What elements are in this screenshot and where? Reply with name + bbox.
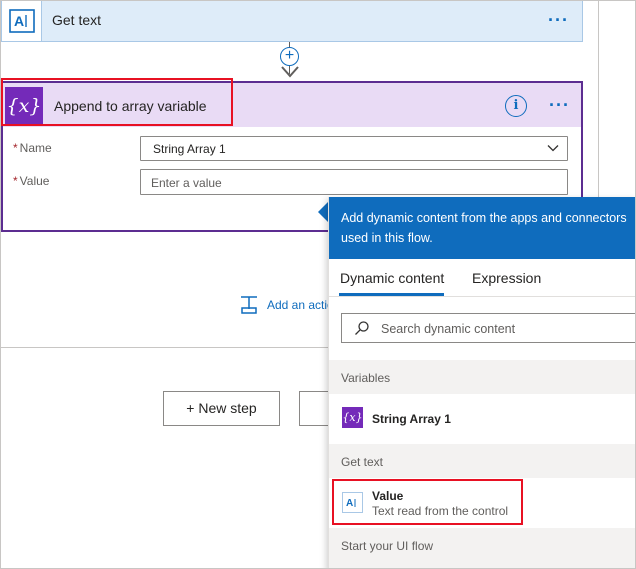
search-icon	[355, 321, 369, 335]
value-label: * Value	[13, 174, 50, 188]
divider	[598, 1, 599, 201]
get-text-step[interactable]: A Get text ···	[1, 1, 583, 42]
arrow-down-icon	[281, 66, 299, 78]
get-text-title: Get text	[52, 12, 102, 28]
plus-circle-icon[interactable]: +	[280, 47, 299, 66]
search-placeholder: Search dynamic content	[381, 322, 516, 336]
dynamic-panel-header: Add dynamic content from the apps and co…	[329, 197, 635, 259]
dynamic-item-string-array[interactable]: {x} String Array 1	[329, 396, 635, 440]
more-options-icon[interactable]: ···	[548, 11, 569, 29]
flow-designer-canvas: A Get text ··· + {x} Append to array var…	[0, 0, 636, 569]
highlight-box	[332, 479, 523, 525]
text-box-icon: A	[2, 1, 42, 41]
name-select-value: String Array 1	[153, 142, 226, 156]
active-tab-indicator	[339, 293, 444, 296]
curly-x-icon: {x}	[342, 407, 363, 428]
highlight-box	[1, 78, 233, 126]
group-variables: Variables	[329, 360, 635, 394]
add-action-icon	[241, 296, 257, 314]
dynamic-panel-tabs: Dynamic content Expression	[329, 259, 635, 297]
tab-expression[interactable]: Expression	[472, 270, 541, 286]
group-get-text: Get text	[329, 444, 635, 478]
name-select[interactable]: String Array 1	[140, 136, 568, 161]
add-action-button[interactable]: Add an action	[239, 295, 331, 315]
dynamic-item-label: String Array 1	[372, 412, 451, 426]
add-action-label: Add an action	[267, 298, 331, 312]
chevron-down-icon	[547, 145, 559, 152]
more-options-icon[interactable]: ···	[549, 96, 570, 114]
value-input[interactable]: Enter a value	[140, 169, 568, 195]
svg-text:A: A	[14, 13, 24, 29]
info-icon[interactable]: i	[505, 95, 527, 117]
search-input[interactable]: Search dynamic content	[341, 313, 635, 343]
group-start-ui-flow: Start your UI flow	[329, 528, 635, 568]
divider	[1, 347, 331, 348]
tab-dynamic-content[interactable]: Dynamic content	[340, 270, 444, 286]
new-step-button[interactable]: + New step	[163, 391, 280, 426]
name-label: * Name	[13, 141, 52, 155]
